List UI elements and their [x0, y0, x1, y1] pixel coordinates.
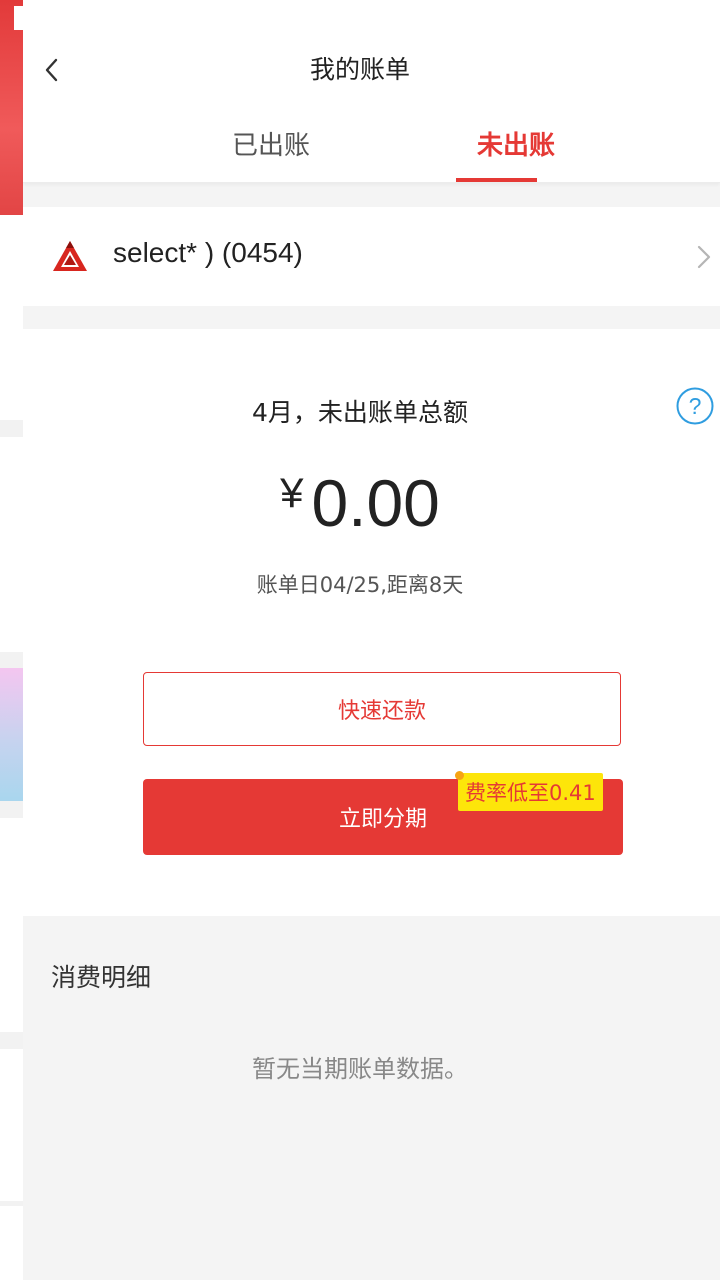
amount-value: 0.00	[311, 466, 440, 540]
empty-message: 暂无当期账单数据。	[252, 1055, 468, 1083]
card-selector[interactable]: select* ) (0454)	[23, 207, 720, 306]
tab-unbilled[interactable]: 未出账	[436, 104, 596, 182]
bill-tabs: 已出账 未出账	[23, 104, 720, 183]
summary-title: 4月，未出账单总额	[252, 398, 468, 427]
bill-summary: ? 4月，未出账单总额 ¥0.00 账单日04/25,距离8天 快速还款 立即分…	[23, 329, 720, 916]
card-name: select* ) (0454)	[113, 237, 303, 268]
active-tab-indicator	[456, 178, 537, 182]
total-amount: ¥0.00	[0, 465, 720, 541]
bank-logo-icon	[53, 241, 87, 271]
bill-sheet: 我的账单 已出账 未出账 select* ) (0454) ? 4月，未出账单总…	[23, 0, 720, 1280]
currency-symbol: ¥	[280, 469, 304, 516]
details-title: 消费明细	[51, 963, 152, 992]
rate-badge-text: 费率低至0.41	[465, 781, 596, 805]
peek-gradient-banner	[0, 668, 23, 801]
quick-repay-button[interactable]: 快速还款	[143, 672, 621, 746]
due-date-info: 账单日04/25,距离8天	[256, 573, 464, 597]
chevron-right-icon	[697, 245, 711, 269]
rate-badge: 费率低至0.41	[455, 771, 603, 811]
peek-red-banner	[0, 0, 23, 215]
tab-billed[interactable]: 已出账	[191, 104, 351, 182]
background-page-peek	[0, 0, 23, 1280]
page-title: 我的账单	[309, 55, 410, 84]
nav-bar: 我的账单	[23, 0, 720, 104]
